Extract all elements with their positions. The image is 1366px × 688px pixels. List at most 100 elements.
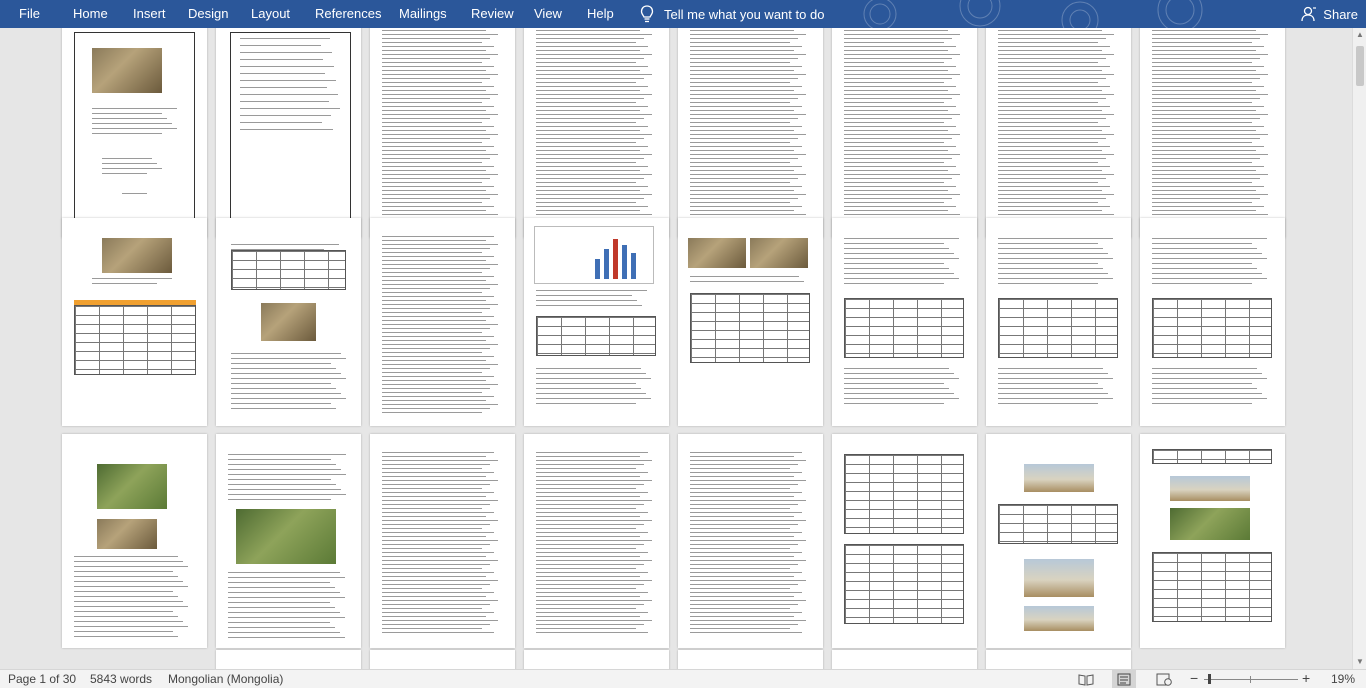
scroll-thumb[interactable]: [1356, 46, 1364, 86]
zoom-in-icon[interactable]: +: [1302, 670, 1310, 686]
tab-file[interactable]: File: [19, 0, 40, 28]
text-line: [1152, 170, 1256, 171]
text-line: [382, 248, 490, 249]
scroll-down-icon[interactable]: ▼: [1355, 657, 1365, 667]
tab-layout[interactable]: Layout: [251, 0, 290, 28]
photo: [1024, 606, 1094, 631]
tab-insert[interactable]: Insert: [133, 0, 166, 28]
text-line: [382, 384, 498, 385]
text-line: [382, 620, 498, 621]
text-line: [536, 456, 640, 457]
page-thumbnail[interactable]: [986, 28, 1131, 238]
scroll-up-icon[interactable]: ▲: [1355, 30, 1365, 40]
text-line: [382, 412, 482, 413]
page-thumbnail[interactable]: [216, 650, 361, 669]
text-line: [690, 90, 794, 91]
page-thumbnail[interactable]: [832, 218, 977, 426]
document-area[interactable]: [0, 28, 1352, 669]
page-thumbnail[interactable]: [1140, 28, 1285, 238]
page-thumbnail[interactable]: [986, 650, 1131, 669]
page-thumbnail[interactable]: [62, 218, 207, 426]
share-button[interactable]: Share: [1301, 0, 1358, 28]
page-thumbnail[interactable]: [524, 650, 669, 669]
print-layout-icon[interactable]: [1117, 673, 1131, 686]
text-line: [690, 564, 798, 565]
page-thumbnail[interactable]: [1140, 434, 1285, 648]
zoom-slider-track[interactable]: [1204, 679, 1298, 680]
text-line: [690, 472, 802, 473]
web-layout-icon[interactable]: [1156, 673, 1172, 686]
text-line: [1152, 50, 1256, 51]
page-thumbnail[interactable]: [524, 434, 669, 648]
page-thumbnail[interactable]: [216, 434, 361, 648]
page-thumbnail[interactable]: [1140, 218, 1285, 426]
text-line: [1152, 70, 1256, 71]
page-indicator[interactable]: Page 1 of 30: [8, 672, 76, 686]
page-thumbnail[interactable]: [832, 650, 977, 669]
page-thumbnail[interactable]: [678, 434, 823, 648]
text-line: [844, 50, 948, 51]
text-line: [536, 170, 640, 171]
tab-references[interactable]: References: [315, 0, 381, 28]
read-mode-icon[interactable]: [1078, 673, 1094, 686]
page-thumbnail[interactable]: [216, 28, 361, 238]
text-line: [382, 110, 486, 111]
vertical-scrollbar[interactable]: ▲ ▼: [1352, 28, 1366, 669]
zoom-level[interactable]: 19%: [1331, 672, 1355, 686]
page-thumbnail[interactable]: [524, 28, 669, 238]
text-line: [536, 62, 636, 63]
page-thumbnail[interactable]: [986, 434, 1131, 648]
page-thumbnail[interactable]: [370, 434, 515, 648]
text-line: [690, 210, 794, 211]
text-line: [92, 118, 167, 119]
text-line: [382, 472, 494, 473]
page-thumbnail[interactable]: [524, 218, 669, 426]
tab-design[interactable]: Design: [188, 0, 228, 28]
tab-home[interactable]: Home: [73, 0, 108, 28]
tab-view[interactable]: View: [534, 0, 562, 28]
text-line: [844, 258, 959, 259]
text-line: [382, 352, 482, 353]
text-line: [844, 118, 952, 119]
text-line: [74, 616, 178, 617]
page-thumbnail[interactable]: [62, 28, 207, 238]
text-line: [536, 206, 648, 207]
page-thumbnail[interactable]: [986, 218, 1131, 426]
text-line: [1152, 214, 1268, 215]
tab-mailings[interactable]: Mailings: [399, 0, 447, 28]
text-line: [1152, 373, 1262, 374]
page-thumbnail[interactable]: [678, 650, 823, 669]
text-line: [1152, 393, 1262, 394]
text-line: [1152, 383, 1252, 384]
text-line: [382, 488, 482, 489]
text-line: [536, 572, 648, 573]
zoom-slider-thumb[interactable]: [1208, 674, 1211, 684]
page-thumbnail[interactable]: [370, 218, 515, 426]
text-line: [240, 101, 329, 102]
text-line: [382, 372, 482, 373]
page-thumbnail[interactable]: [832, 434, 977, 648]
language-indicator[interactable]: Mongolian (Mongolia): [168, 672, 283, 686]
page-thumbnail[interactable]: [370, 650, 515, 669]
text-line: [382, 296, 494, 297]
text-line: [382, 344, 498, 345]
page-thumbnail[interactable]: [678, 28, 823, 238]
text-line: [844, 70, 948, 71]
page-thumbnail[interactable]: [62, 434, 207, 648]
text-line: [998, 78, 1106, 79]
zoom-out-icon[interactable]: −: [1190, 670, 1198, 686]
page-thumbnail[interactable]: [678, 218, 823, 426]
page-thumbnail[interactable]: [216, 218, 361, 426]
text-line: [1152, 378, 1267, 379]
page-thumbnail[interactable]: [832, 28, 977, 238]
text-line: [1152, 206, 1264, 207]
tell-me-box[interactable]: Tell me what you want to do: [640, 0, 824, 28]
page-thumbnail[interactable]: [370, 28, 515, 238]
word-count[interactable]: 5843 words: [90, 672, 152, 686]
text-line: [998, 162, 1098, 163]
text-line: [1152, 94, 1268, 95]
text-line: [382, 304, 498, 305]
share-label: Share: [1323, 6, 1358, 22]
tab-review[interactable]: Review: [471, 0, 514, 28]
tab-help[interactable]: Help: [587, 0, 614, 28]
